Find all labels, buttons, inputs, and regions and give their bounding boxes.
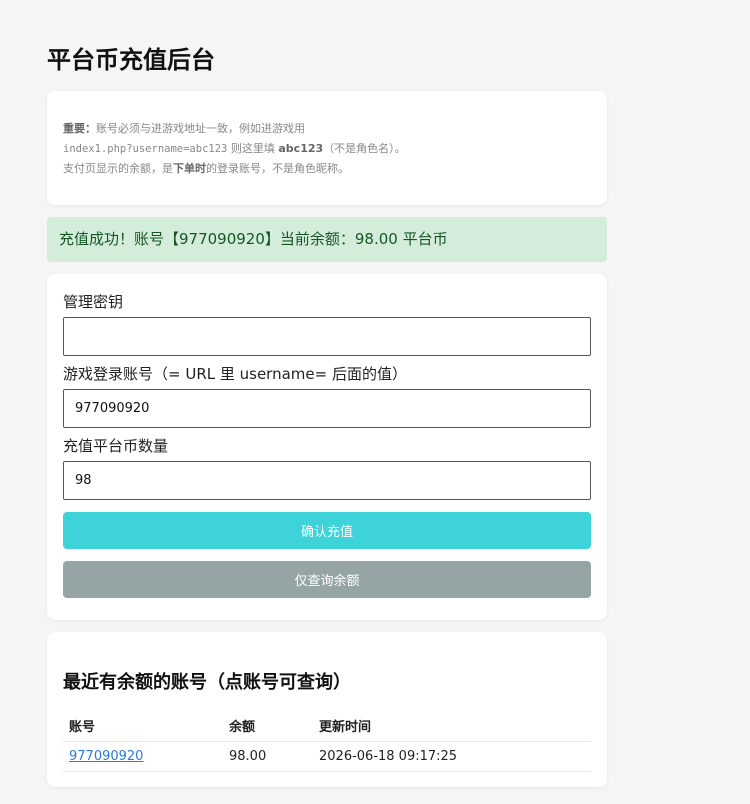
notice-line-1: 重要：账号必须与进游戏地址一致，例如进游戏用 [63,119,591,139]
success-alert: 充值成功！账号【977090920】当前余额：98.00 平台币 [47,217,607,262]
notice-example-url: index1.php?username=abc123 [63,143,228,155]
recent-accounts-card: 最近有余额的账号（点账号可查询） 账号 余额 更新时间 977090920 98… [47,632,607,787]
account-link[interactable]: 977090920 [69,749,143,764]
notice-card: 重要：账号必须与进游戏地址一致，例如进游戏用 index1.php?userna… [47,91,607,205]
confirm-recharge-button[interactable]: 确认充值 [63,512,591,549]
cell-account: 977090920 [63,741,223,772]
recharge-form: 管理密钥 游戏登录账号（= URL 里 username= 后面的值） 充值平台… [47,274,607,620]
column-account: 账号 [63,710,223,742]
notice-line1-text: 账号必须与进游戏地址一致，例如进游戏用 [96,122,305,135]
page-title: 平台币充值后台 [47,46,215,74]
notice-line3-end: 的登录账号，不是角色昵称。 [206,162,349,175]
recent-accounts-title: 最近有余额的账号（点账号可查询） [63,672,351,693]
notice-line-3: 支付页显示的余额，是下单时的登录账号，不是角色昵称。 [63,159,591,179]
cell-updated: 2026-06-18 09:17:25 [313,741,591,772]
table-row: 977090920 98.00 2026-06-18 09:17:25 [63,741,591,772]
notice-line-2: index1.php?username=abc123 则这里填 abc123（不… [63,139,591,159]
cell-balance: 98.00 [223,741,313,772]
amount-input[interactable] [63,461,591,500]
table-header-row: 账号 余额 更新时间 [63,710,591,742]
amount-label: 充值平台币数量 [63,437,169,455]
recent-accounts-table: 账号 余额 更新时间 977090920 98.00 2026-06-18 09… [63,710,591,772]
secret-input[interactable] [63,317,591,356]
account-label: 游戏登录账号（= URL 里 username= 后面的值） [63,365,407,383]
notice-line3-start: 支付页显示的余额，是 [63,162,173,175]
notice-example-user: abc123 [278,142,324,155]
column-updated: 更新时间 [313,710,591,742]
query-balance-button[interactable]: 仅查询余额 [63,561,591,598]
notice-line2-end: （不是角色名）。 [323,142,406,155]
notice-important-label: 重要： [63,122,96,135]
notice-line3-bold: 下单时 [173,162,206,175]
column-balance: 余额 [223,710,313,742]
notice-line2-mid: 则这里填 [227,142,279,155]
secret-label: 管理密钥 [63,293,124,311]
account-input[interactable] [63,389,591,428]
